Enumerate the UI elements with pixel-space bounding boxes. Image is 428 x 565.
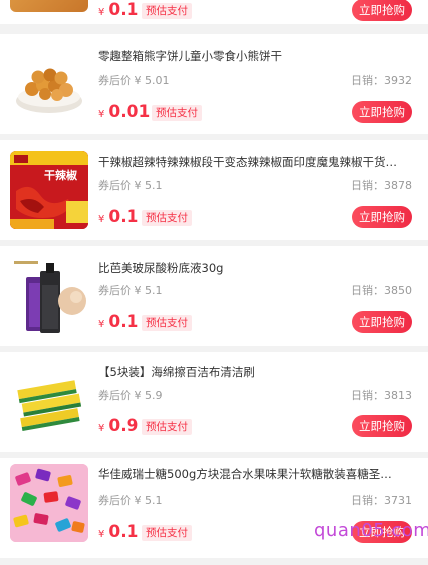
estimated-pay-tag: 预估支付 — [142, 525, 192, 541]
foundation-bottle-icon — [14, 261, 86, 333]
estimated-pay-tag: 预估支付 — [142, 419, 192, 435]
product-card[interactable]: 比芭美玻尿酸粉底液30g 券后价 ¥ 5.1 日销：3850 ¥0.1 预估支付… — [0, 246, 428, 346]
product-title[interactable]: 华佳威瑞士糖500g方块混合水果味果汁软糖散装喜糖圣… — [98, 466, 416, 482]
estimated-pay-tag: 预估支付 — [142, 3, 192, 19]
price-amount: 0.1 — [108, 522, 139, 542]
buy-now-button[interactable]: 立即抢购 — [352, 0, 412, 21]
product-thumbnail[interactable] — [10, 464, 88, 542]
final-price: ¥0.1 — [98, 312, 139, 335]
price-amount: 0.1 — [108, 312, 139, 332]
coupon-price: 券后价 ¥ 5.1 — [98, 284, 163, 297]
product-card[interactable]: 零趣整箱熊字饼儿童小零食小熊饼干 券后价 ¥ 5.01 日销：3932 ¥0.0… — [0, 34, 428, 134]
candy-pile-icon — [10, 464, 88, 542]
daily-sales: 日销：3731 — [351, 494, 412, 507]
daily-sales: 日销：3932 — [351, 74, 412, 87]
product-card[interactable]: 【5块装】海绵擦百洁布清洁刷 券后价 ¥ 5.9 日销：3813 ¥0.9 预估… — [0, 352, 428, 452]
product-thumbnail[interactable]: 干辣椒 — [10, 151, 88, 229]
product-thumbnail[interactable] — [10, 257, 88, 335]
currency-symbol: ¥ — [98, 529, 105, 540]
currency-symbol: ¥ — [98, 109, 105, 120]
coupon-price: 券后价 ¥ 5.1 — [98, 494, 163, 507]
estimated-pay-tag: 预估支付 — [142, 315, 192, 331]
estimated-pay-tag: 预估支付 — [152, 105, 202, 121]
estimated-pay-tag: 预估支付 — [142, 210, 192, 226]
buy-now-button[interactable]: 立即抢购 — [352, 101, 412, 123]
price-amount: 0.1 — [108, 207, 139, 227]
price-amount: 0.01 — [108, 102, 151, 122]
currency-symbol: ¥ — [98, 214, 105, 225]
final-price: ¥0.1 — [98, 207, 139, 230]
coupon-price: 券后价 ¥ 5.9 — [98, 389, 163, 402]
currency-symbol: ¥ — [98, 423, 105, 434]
currency-symbol: ¥ — [98, 319, 105, 330]
product-card[interactable]: 华佳威瑞士糖500g方块混合水果味果汁软糖散装喜糖圣… 券后价 ¥ 5.1 日销… — [0, 458, 428, 558]
product-title[interactable]: 比芭美玻尿酸粉底液30g — [98, 260, 416, 276]
product-thumbnail[interactable] — [10, 363, 88, 441]
product-card[interactable]: ¥0.1 预估支付 立即抢购 — [0, 0, 428, 24]
sponge-stack-icon — [17, 380, 82, 432]
product-title[interactable]: 【5块装】海绵擦百洁布清洁刷 — [98, 364, 416, 380]
chili-package-icon — [10, 151, 88, 229]
final-price: ¥0.9 — [98, 416, 139, 439]
daily-sales: 日销：3850 — [351, 284, 412, 297]
product-thumbnail[interactable] — [10, 45, 88, 123]
final-price: ¥0.01 — [98, 102, 150, 125]
currency-symbol: ¥ — [98, 7, 105, 18]
product-title[interactable]: 干辣椒超辣特辣辣椒段干变态辣辣椒面印度魔鬼辣椒干货… — [98, 154, 416, 170]
daily-sales: 日销：3878 — [351, 179, 412, 192]
buy-now-button[interactable]: 立即抢购 — [352, 311, 412, 333]
coupon-price: 券后价 ¥ 5.01 — [98, 74, 170, 87]
daily-sales: 日销：3813 — [351, 389, 412, 402]
site-watermark: quan05.com — [314, 520, 428, 541]
coupon-price: 券后价 ¥ 5.1 — [98, 179, 163, 192]
price-amount: 0.1 — [108, 0, 139, 20]
product-thumbnail[interactable] — [10, 0, 88, 12]
final-price: ¥0.1 — [98, 0, 139, 23]
product-title[interactable]: 零趣整箱熊字饼儿童小零食小熊饼干 — [98, 48, 416, 64]
product-card[interactable]: 干辣椒 干辣椒超辣特辣辣椒段干变态辣辣椒面印度魔鬼辣椒干货… 券后价 ¥ 5.1… — [0, 140, 428, 240]
final-price: ¥0.1 — [98, 522, 139, 545]
buy-now-button[interactable]: 立即抢购 — [352, 415, 412, 437]
biscuit-bowl-icon — [16, 68, 82, 113]
thumbnail-label: 干辣椒 — [44, 169, 77, 182]
buy-now-button[interactable]: 立即抢购 — [352, 206, 412, 228]
price-amount: 0.9 — [108, 416, 139, 436]
